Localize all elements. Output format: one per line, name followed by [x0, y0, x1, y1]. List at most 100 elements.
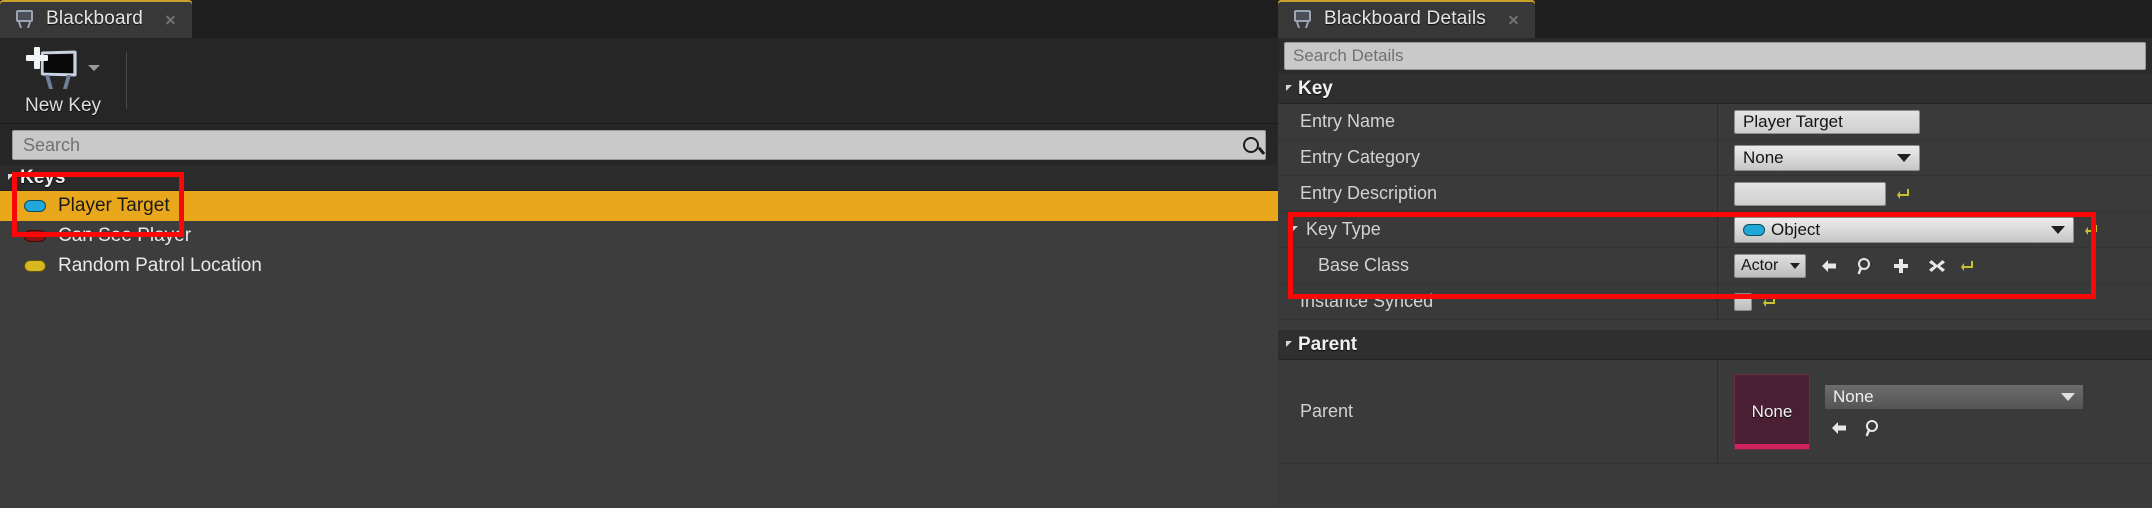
key-list: Keys Player Target Can See Player Random…: [0, 165, 1278, 508]
row-entry-description: Entry Description: [1278, 176, 2152, 212]
list-item-label: Player Target: [58, 195, 170, 216]
row-entry-category-label: Entry Category: [1278, 140, 1718, 175]
blackboard-tabstrip: Blackboard: [0, 0, 1278, 38]
base-class-dropdown[interactable]: Actor: [1734, 253, 1806, 278]
entry-category-value: None: [1743, 147, 1784, 167]
tab-blackboard-label: Blackboard: [46, 8, 144, 29]
details-body: Key Entry Name Player Target Entry Categ…: [1278, 74, 2152, 508]
reset-icon[interactable]: [2084, 222, 2100, 238]
tab-blackboard-details[interactable]: Blackboard Details: [1278, 0, 1536, 38]
blackboard-icon: [1292, 9, 1314, 29]
blackboard-toolbar: New Key: [0, 38, 1278, 124]
keys-section-header[interactable]: Keys: [0, 165, 1278, 191]
key-type-value: Object: [1771, 219, 1821, 239]
row-parent: Parent None None: [1278, 360, 2152, 464]
triangle-expanded-icon[interactable]: [1286, 84, 1292, 91]
chevron-down-icon: [2061, 392, 2075, 401]
list-item-random-patrol-location[interactable]: Random Patrol Location: [0, 251, 1278, 281]
section-header-key-label: Key: [1298, 77, 1333, 99]
details-search-wrap: Search Details: [1278, 38, 2152, 74]
arrow-left-icon[interactable]: [1816, 254, 1842, 278]
row-instance-synced: Instance Synced: [1278, 284, 2152, 320]
search-icon[interactable]: [1852, 254, 1878, 278]
blackboard-details-panel: Blackboard Details Search Details Key En…: [1278, 0, 2152, 508]
search-icon[interactable]: [1860, 416, 1886, 440]
row-key-type-value: Object: [1718, 212, 2152, 247]
chevron-down-icon: [2051, 225, 2065, 234]
row-instance-synced-label: Instance Synced: [1278, 284, 1718, 319]
reset-icon[interactable]: [1960, 258, 1976, 274]
parent-icon-row: [1824, 416, 2084, 440]
blackboard-icon: [14, 9, 36, 29]
row-base-class-label: Base Class: [1278, 248, 1718, 283]
chevron-down-icon: [1897, 153, 1911, 162]
parent-asset-thumbnail[interactable]: None: [1734, 373, 1810, 450]
x-icon[interactable]: [1924, 254, 1950, 278]
chevron-down-icon[interactable]: [88, 64, 100, 71]
list-item-label: Can See Player: [58, 225, 192, 246]
row-entry-description-value: [1718, 176, 2152, 211]
new-key-button[interactable]: New Key: [0, 38, 126, 123]
section-header-key[interactable]: Key: [1278, 74, 2152, 104]
blackboard-editor-window: Blackboard New Key Search Keys Player Ta…: [0, 0, 2152, 508]
blackboard-panel: Blackboard New Key Search Keys Player Ta…: [0, 0, 1278, 508]
section-header-parent-label: Parent: [1298, 333, 1358, 355]
search-icon: [1243, 137, 1259, 153]
details-tabstrip: Blackboard Details: [1278, 0, 2152, 38]
blackboard-search-wrap: Search: [0, 124, 1278, 165]
close-icon[interactable]: [165, 14, 176, 25]
asset-type-bar: [1735, 443, 1809, 449]
toolbar-divider: [126, 52, 127, 109]
list-item-label: Random Patrol Location: [58, 255, 262, 276]
entry-category-dropdown[interactable]: None: [1734, 144, 1920, 171]
key-type-color-icon: [1743, 223, 1765, 236]
triangle-expanded-icon[interactable]: [1292, 225, 1298, 232]
triangle-expanded-icon[interactable]: [8, 173, 14, 180]
search-placeholder: Search: [23, 134, 81, 155]
instance-synced-checkbox[interactable]: [1734, 292, 1752, 311]
row-entry-name-label: Entry Name: [1278, 104, 1718, 139]
section-header-parent[interactable]: Parent: [1278, 330, 2152, 360]
reset-icon[interactable]: [1896, 186, 1912, 202]
row-entry-name-value: Player Target: [1718, 104, 2152, 139]
new-key-icon: [26, 45, 82, 91]
close-icon[interactable]: [1508, 14, 1519, 25]
triangle-expanded-icon[interactable]: [1286, 340, 1292, 347]
entry-name-field[interactable]: Player Target: [1734, 109, 1920, 134]
row-base-class-value: Actor: [1718, 248, 2152, 283]
row-parent-value: None None: [1718, 373, 2152, 450]
parent-asset-dropdown[interactable]: None: [1824, 383, 2084, 410]
reset-icon[interactable]: [1762, 294, 1778, 310]
entry-description-field[interactable]: [1734, 181, 1886, 206]
key-type-color-icon: [24, 260, 46, 272]
row-entry-category: Entry Category None: [1278, 140, 2152, 176]
row-entry-category-value: None: [1718, 140, 2152, 175]
chevron-down-icon: [1790, 262, 1800, 269]
row-key-type-label: Key Type: [1278, 212, 1718, 247]
new-key-label: New Key: [24, 94, 102, 116]
parent-asset-thumbnail-label: None: [1751, 401, 1793, 421]
search-input[interactable]: Search: [12, 130, 1266, 160]
key-type-color-icon: [24, 230, 46, 242]
row-key-type: Key Type Object: [1278, 212, 2152, 248]
tab-blackboard-details-label: Blackboard Details: [1324, 8, 1487, 29]
details-search-input[interactable]: Search Details: [1284, 42, 2146, 70]
row-base-class: Base Class Actor: [1278, 248, 2152, 284]
arrow-left-icon[interactable]: [1826, 416, 1852, 440]
list-item-player-target[interactable]: Player Target: [0, 191, 1278, 221]
row-parent-label: Parent: [1278, 360, 1718, 463]
parent-controls: None: [1824, 383, 2084, 440]
key-type-label-text: Key Type: [1306, 219, 1381, 239]
list-item-can-see-player[interactable]: Can See Player: [0, 221, 1278, 251]
details-search-placeholder: Search Details: [1293, 46, 1404, 65]
base-class-value: Actor: [1741, 256, 1779, 274]
plus-icon[interactable]: [1888, 254, 1914, 278]
key-type-dropdown[interactable]: Object: [1734, 216, 2074, 243]
tab-blackboard[interactable]: Blackboard: [0, 0, 193, 38]
keys-section-label: Keys: [20, 166, 66, 188]
row-entry-description-label: Entry Description: [1278, 176, 1718, 211]
key-type-color-icon: [24, 200, 46, 212]
new-key-glyph-row: [26, 45, 100, 91]
row-instance-synced-value: [1718, 284, 2152, 319]
parent-asset-value: None: [1833, 386, 1874, 406]
